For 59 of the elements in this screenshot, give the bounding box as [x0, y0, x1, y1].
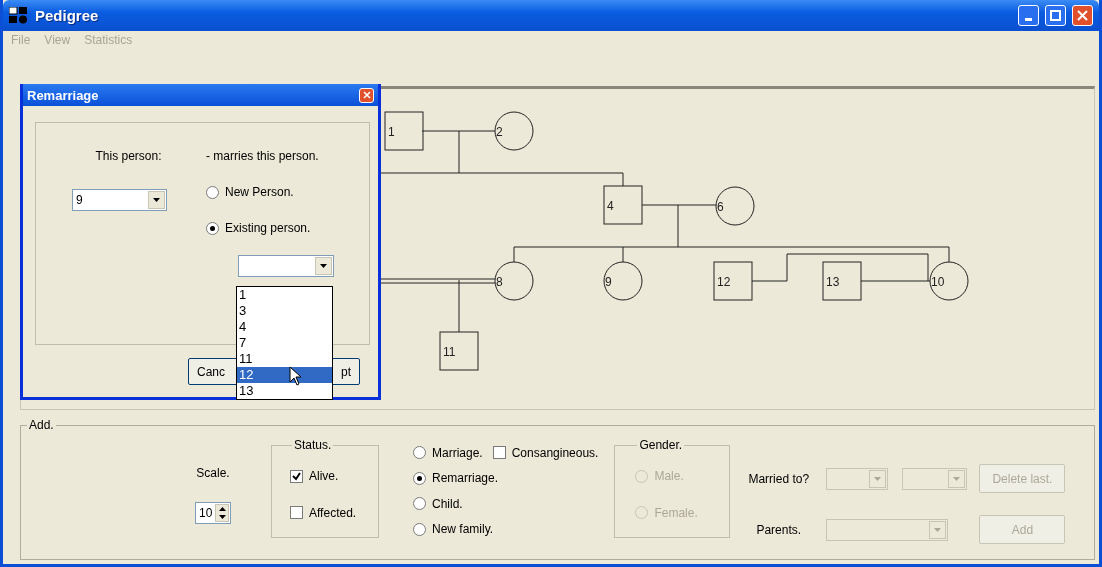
dropdown-arrow-icon	[320, 264, 327, 268]
minimize-icon	[1025, 17, 1032, 21]
window-title: Pedigree	[35, 6, 100, 24]
female-node: 9	[603, 261, 643, 301]
radio-label: Female.	[654, 505, 698, 520]
close-icon	[1077, 9, 1088, 21]
checkbox[interactable]	[290, 469, 303, 483]
close-icon	[362, 91, 371, 99]
dropdown-arrow-icon	[934, 527, 942, 532]
list-item[interactable]: 12	[237, 367, 332, 383]
radio-label: Child.	[432, 496, 463, 511]
radio-button[interactable]	[413, 446, 426, 460]
radio-button[interactable]	[413, 522, 426, 536]
dropdown-arrow-icon	[953, 476, 961, 481]
cursor-icon	[289, 366, 303, 387]
dropdown-arrow-icon	[874, 476, 882, 481]
radio-label: Marriage.	[432, 445, 483, 460]
checkbox[interactable]	[492, 446, 506, 460]
radio-label: Existing person.	[225, 221, 311, 235]
maximize-button[interactable]	[1045, 4, 1066, 26]
radio-button[interactable]	[206, 221, 219, 235]
field-label: Parents.	[755, 522, 803, 537]
male-node: 13	[822, 261, 862, 301]
female-node: 8	[494, 261, 534, 301]
radio-button[interactable]	[206, 185, 219, 199]
minimize-button[interactable]	[1018, 4, 1039, 26]
scale-label: Scale.	[196, 466, 230, 480]
maximize-icon	[1050, 9, 1061, 21]
female-node: 2	[494, 111, 534, 151]
checkbox[interactable]	[290, 506, 303, 520]
radio-button[interactable]	[413, 471, 426, 485]
dropdown-arrow-icon	[153, 198, 160, 202]
scale-spinner[interactable]: 10	[195, 502, 231, 524]
field-label: - marries this person.	[206, 149, 319, 163]
group-title: Status.	[293, 438, 333, 452]
female-node: 6	[715, 186, 755, 226]
group-title: Gender.	[638, 438, 684, 452]
radio-button[interactable]	[413, 497, 426, 511]
radio-label: Male.	[654, 469, 684, 484]
field-label: Married to?	[748, 471, 811, 486]
field-label: This person:	[94, 149, 162, 163]
dropdown[interactable]	[238, 255, 334, 277]
male-node: 4	[603, 185, 643, 225]
female-node: 10	[929, 261, 969, 301]
radio-label: New Person.	[225, 185, 294, 199]
male-node: 1	[384, 111, 424, 151]
radio-label: Remarriage.	[432, 471, 499, 486]
close-button[interactable]	[359, 87, 374, 103]
male-node: 12	[713, 261, 753, 301]
dialog-title: Remarriage	[27, 87, 100, 103]
group-title: Add.	[28, 418, 55, 432]
male-node: 11	[439, 331, 479, 371]
close-button[interactable]	[1072, 4, 1093, 26]
dropdown[interactable]: 9	[72, 189, 167, 211]
checkbox-label: Consangineous.	[511, 445, 599, 460]
checkbox-label: Alive.	[309, 469, 339, 484]
radio-label: New family.	[432, 522, 494, 537]
checkbox-label: Affected.	[309, 505, 357, 520]
app-icon	[9, 6, 29, 24]
